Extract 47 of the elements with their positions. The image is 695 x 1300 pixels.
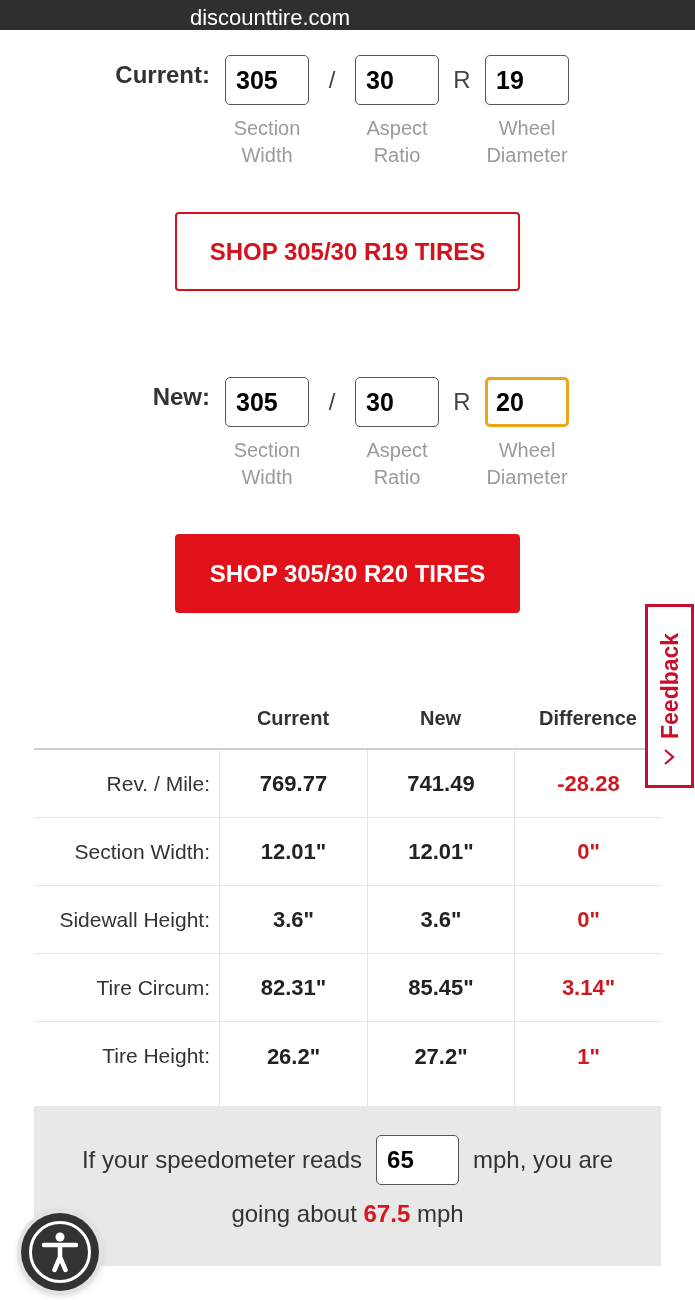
chevron-icon [663,749,676,765]
table-cell: 3.6" [219,886,367,954]
size-input[interactable]: 305 [225,377,309,427]
shop-tires-button[interactable]: SHOP 305/30 R20 TIRES [175,534,520,613]
row-label: Section Width: [34,818,219,886]
table-cell: 82.31" [219,954,367,1022]
table-cell: 741.49 [367,750,514,818]
speed-result-text: going about 67.5 mph [231,1199,464,1229]
size-input[interactable]: 30 [355,377,439,427]
size-input[interactable]: 20 [485,377,569,427]
size-input[interactable]: 19 [485,55,569,105]
accessibility-button[interactable] [21,1213,99,1291]
field-caption: Section Width [232,116,302,168]
table-cell: 12.01" [219,818,367,886]
shop-tires-button[interactable]: SHOP 305/30 R19 TIRES [175,212,520,291]
table-cell: 12.01" [367,818,514,886]
column-header: Current [219,688,367,750]
speed-input[interactable]: 65 [376,1135,460,1185]
row-label: Tire Height: [101,1043,211,1069]
separator-text: / [328,66,336,94]
speed-prompt-text: If your speedometer reads [81,1145,363,1175]
table-cell: 85.45" [367,954,514,1022]
table-cell: 0" [514,818,662,886]
table-cell: 769.77 [219,750,367,818]
field-caption: Aspect Ratio [365,116,429,168]
separator-text: R [453,388,471,416]
row-label: Tire Circum: [34,954,219,1022]
separator-text: R [453,66,471,94]
table-cell: 3.6" [367,886,514,954]
field-caption: Wheel Diameter [485,438,569,490]
field-caption: Section Width [232,438,302,490]
size-input[interactable]: 30 [355,55,439,105]
speed-unit-text: mph, you are [473,1145,614,1175]
table-cell: 3.14" [514,954,662,1022]
url-text: discounttire.com [189,6,351,30]
table-cell: 0" [514,886,662,954]
size-label: New: [152,382,210,412]
column-header: New [367,688,514,750]
row-label: Rev. / Mile: [34,750,219,818]
separator-text: / [328,388,336,416]
feedback-tab[interactable]: Feedback [645,604,694,788]
size-label: Current: [115,60,210,90]
accessibility-icon [29,1221,91,1283]
field-caption: Wheel Diameter [485,116,569,168]
field-caption: Aspect Ratio [365,438,429,490]
row-label: Sidewall Height: [34,886,219,954]
size-input[interactable]: 305 [225,55,309,105]
